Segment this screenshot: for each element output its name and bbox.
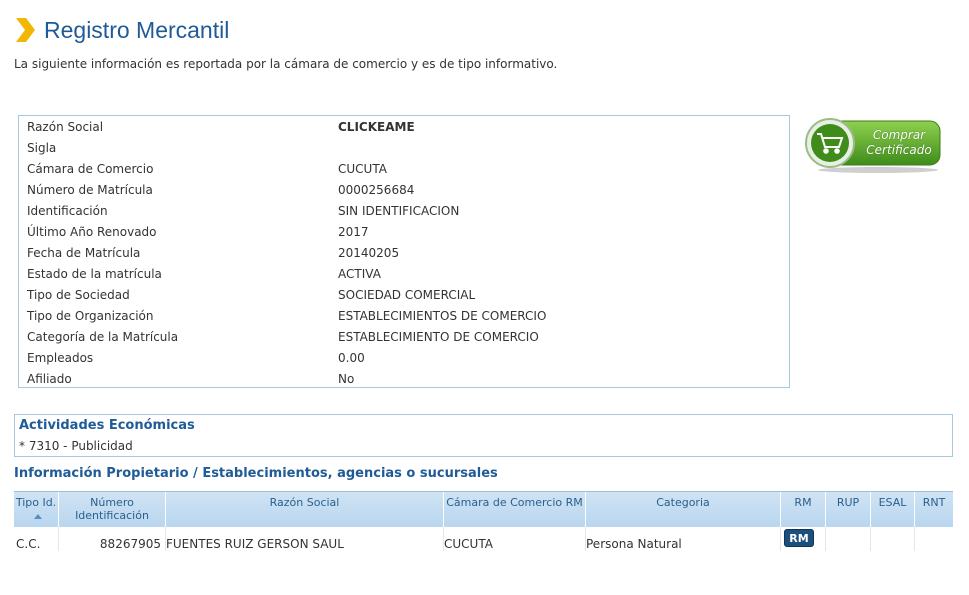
buy-certificate-line2: Certificado bbox=[866, 143, 932, 157]
activity-item: * 7310 - Publicidad bbox=[19, 439, 133, 453]
buy-certificate-label: Comprar Certificado bbox=[854, 128, 944, 158]
info-label: Estado de la matrícula bbox=[27, 267, 162, 281]
cell-camara: CUCUTA bbox=[444, 527, 586, 551]
info-row: Estado de la matrícula ACTIVA bbox=[23, 264, 783, 285]
info-label: Empleados bbox=[27, 351, 94, 365]
info-label: Tipo de Organización bbox=[27, 309, 154, 323]
info-value: 0000256684 bbox=[338, 183, 415, 197]
col-categoria-label: Categoria bbox=[656, 496, 710, 509]
owners-table: Tipo Id. Número Identificación Razón Soc… bbox=[14, 491, 953, 551]
col-numero-label: Número Identificación bbox=[75, 496, 149, 522]
col-rm-label: RM bbox=[794, 496, 812, 509]
cell-categoria: Persona Natural bbox=[586, 527, 781, 551]
col-rup[interactable]: RUP bbox=[826, 492, 871, 528]
info-row: Razón Social CLICKEAME bbox=[23, 117, 783, 138]
col-esal[interactable]: ESAL bbox=[871, 492, 915, 528]
info-value: CLICKEAME bbox=[338, 120, 415, 134]
page-title: Registro Mercantil bbox=[44, 16, 230, 43]
col-rnt-label: RNT bbox=[922, 496, 946, 509]
info-value: CUCUTA bbox=[338, 162, 387, 176]
chevron-right-icon bbox=[16, 18, 35, 42]
info-row: Empleados 0.00 bbox=[23, 348, 783, 369]
info-row: Categoría de la Matrícula ESTABLECIMIENTO… bbox=[23, 327, 783, 348]
info-label: Tipo de Sociedad bbox=[27, 288, 130, 302]
info-value: ESTABLECIMIENTO DE COMERCIO bbox=[338, 330, 539, 344]
info-value: ACTIVA bbox=[338, 267, 381, 281]
info-label: Número de Matrícula bbox=[27, 183, 153, 197]
col-camara-label: Cámara de Comercio RM bbox=[446, 496, 583, 509]
info-row: Número de Matrícula 0000256684 bbox=[23, 180, 783, 201]
info-row: Último Año Renovado 2017 bbox=[23, 222, 783, 243]
col-numero-identificacion[interactable]: Número Identificación bbox=[59, 492, 166, 528]
info-row: Sigla bbox=[23, 138, 783, 159]
info-row: Identificación SIN IDENTIFICACION bbox=[23, 201, 783, 222]
buy-certificate-line1: Comprar bbox=[872, 128, 926, 142]
info-label: Último Año Renovado bbox=[27, 225, 157, 239]
info-label: Fecha de Matrícula bbox=[27, 246, 141, 260]
info-value: SOCIEDAD COMERCIAL bbox=[338, 288, 476, 302]
info-row: Tipo de Organización ESTABLECIMIENTOS DE … bbox=[23, 306, 783, 327]
col-esal-label: ESAL bbox=[878, 496, 907, 509]
sort-ascending-icon bbox=[33, 513, 42, 519]
info-value: ESTABLECIMIENTOS DE COMERCIO bbox=[338, 309, 547, 323]
rm-button[interactable]: RM bbox=[784, 529, 814, 547]
cell-numero: 88267905 bbox=[59, 527, 166, 551]
col-tipo-id[interactable]: Tipo Id. bbox=[14, 492, 59, 528]
registry-info-box: Razón Social CLICKEAME Sigla Cámara de Come… bbox=[18, 115, 790, 388]
cell-razon-social: FUENTES RUIZ GERSON SAUL bbox=[166, 527, 444, 551]
info-row: Fecha de Matrícula 20140205 bbox=[23, 243, 783, 264]
info-label: Identificación bbox=[27, 204, 108, 218]
info-label: Cámara de Comercio bbox=[27, 162, 154, 176]
info-value: 2017 bbox=[338, 225, 369, 239]
col-categoria[interactable]: Categoria bbox=[586, 492, 781, 528]
info-label: Categoría de la Matrícula bbox=[27, 330, 179, 344]
cell-rup bbox=[826, 527, 871, 551]
col-tipo-id-label: Tipo Id. bbox=[15, 496, 57, 509]
cell-tipo-id: C.C. bbox=[14, 527, 59, 551]
col-razon-label: Razón Social bbox=[269, 496, 340, 509]
activities-title: Actividades Económicas bbox=[19, 418, 195, 433]
info-row: Afiliado No bbox=[23, 369, 783, 390]
col-razon-social[interactable]: Razón Social bbox=[166, 492, 444, 528]
economic-activities-box: Actividades Económicas * 7310 - Publicid… bbox=[14, 414, 953, 457]
info-value: SIN IDENTIFICACION bbox=[338, 204, 460, 218]
info-value: 20140205 bbox=[338, 246, 400, 260]
info-value: 0.00 bbox=[338, 351, 365, 365]
owners-section-title: Información Propietario / Establecimient… bbox=[14, 466, 498, 481]
info-label: Razón Social bbox=[27, 120, 104, 134]
col-rnt[interactable]: RNT bbox=[915, 492, 953, 528]
info-row: Cámara de Comercio CUCUTA bbox=[23, 159, 783, 180]
page-header: Registro Mercantil bbox=[14, 14, 229, 46]
info-label: Sigla bbox=[27, 141, 57, 155]
col-rup-label: RUP bbox=[836, 496, 860, 509]
table-row: C.C. 88267905 FUENTES RUIZ GERSON SAUL C… bbox=[14, 527, 953, 551]
col-rm[interactable]: RM bbox=[781, 492, 826, 528]
info-row: Tipo de Sociedad SOCIEDAD COMERCIAL bbox=[23, 285, 783, 306]
info-value: No bbox=[338, 372, 355, 386]
owners-table-header: Tipo Id. Número Identificación Razón Soc… bbox=[14, 491, 953, 528]
cell-rnt bbox=[915, 527, 953, 551]
page-subtitle: La siguiente información es reportada po… bbox=[14, 57, 558, 71]
cell-rm: RM bbox=[781, 527, 826, 551]
info-label: Afiliado bbox=[27, 372, 72, 386]
col-camara-comercio[interactable]: Cámara de Comercio RM bbox=[444, 492, 586, 528]
cell-esal bbox=[871, 527, 915, 551]
